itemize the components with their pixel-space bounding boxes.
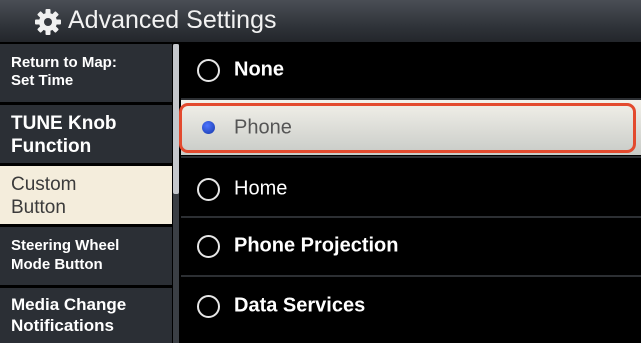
sidebar-item-custom-button[interactable]: Custom Button (0, 166, 172, 224)
radio-button[interactable] (197, 177, 220, 201)
option-home[interactable]: Home (181, 161, 641, 216)
divider (181, 156, 641, 158)
sidebar-item-label: Steering Wheel Mode Button (11, 237, 120, 273)
sidebar-item-return-to-map[interactable]: Return to Map: Set Time (0, 44, 172, 102)
divider (181, 275, 641, 277)
option-data-services[interactable]: Data Services (181, 278, 641, 333)
option-phone-projection[interactable]: Phone Projection (181, 218, 641, 273)
option-none[interactable]: None (181, 42, 641, 97)
sidebar-menu: Return to Map: Set Time TUNE Knob Function… (0, 44, 172, 343)
option-label: None (234, 58, 284, 80)
page-title: Advanced Settings (68, 6, 277, 34)
sidebar-item-label: Media Change Notifications (11, 295, 127, 335)
radio-button[interactable] (197, 58, 220, 82)
gear-icon (35, 9, 61, 35)
radio-button[interactable] (197, 294, 220, 318)
selection-highlight (179, 103, 636, 153)
sidebar-item-label: Return to Map: Set Time (11, 54, 117, 89)
option-label: Data Services (234, 294, 366, 316)
option-label: Home (234, 177, 288, 199)
header-bar: Advanced Settings (0, 0, 641, 42)
sidebar-item-label: Custom Button (11, 174, 77, 218)
options-list: None Phone Home Phone Projection Data Se… (181, 42, 641, 343)
advanced-settings-screen: Advanced Settings Return to Map: Set Time… (0, 0, 641, 343)
sidebar-item-steering-wheel[interactable]: Steering Wheel Mode Button (0, 227, 172, 285)
sidebar-item-media-change[interactable]: Media Change Notifications (0, 288, 172, 343)
option-label: Phone Projection (234, 234, 399, 256)
sidebar-item-tune-knob[interactable]: TUNE Knob Function (0, 105, 172, 163)
radio-button[interactable] (197, 234, 220, 258)
sidebar-item-label: TUNE Knob Function (11, 113, 117, 157)
